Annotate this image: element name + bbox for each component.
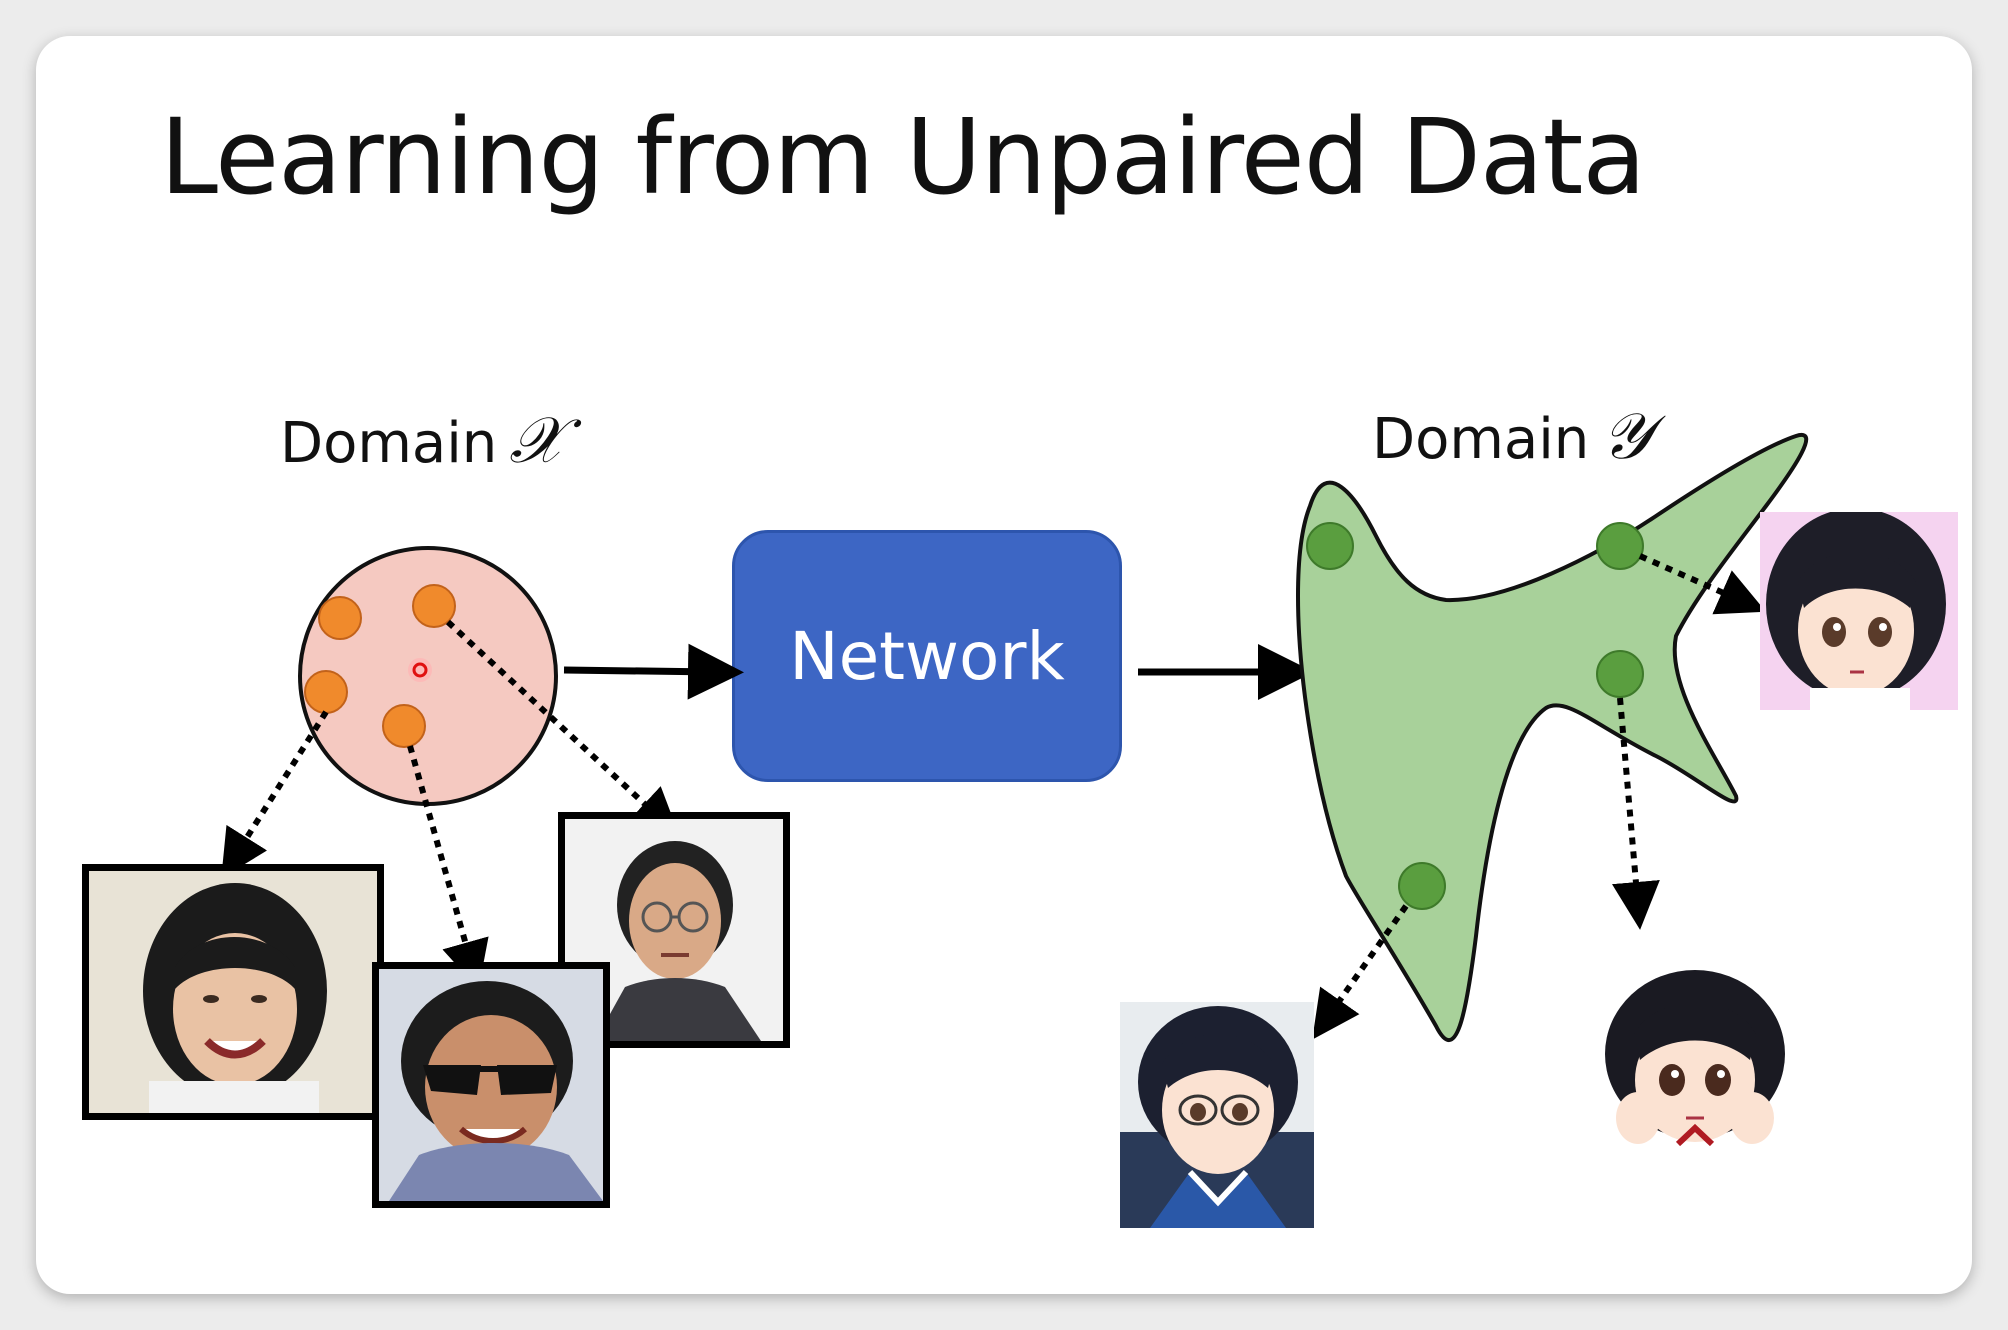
anime-girl-photo-1 — [1760, 512, 1958, 710]
anime-girl-photo-2 — [1598, 968, 1792, 1164]
anime-boy-with-glasses-photo — [1120, 1002, 1314, 1228]
smiling-woman-photo — [82, 864, 384, 1120]
domain-y-blob — [1295, 432, 1809, 1042]
anime-girl-2-icon — [1598, 968, 1792, 1164]
domain-y-point — [1596, 522, 1644, 570]
domain-x-center-glow — [408, 658, 432, 682]
slide: Learning from Unpaired Data Domain 𝒳 Doma… — [36, 36, 1972, 1294]
smiling-woman-icon — [89, 871, 377, 1113]
domain-x-point — [318, 596, 362, 640]
dotted-arrow-to-anime-boy — [1312, 904, 1409, 1040]
domain-y-point — [1596, 650, 1644, 698]
domain-x-point — [304, 670, 348, 714]
domain-y-point — [1398, 862, 1446, 910]
domain-x-point — [412, 584, 456, 628]
arrow-x-to-network — [563, 643, 744, 700]
man-with-sunglasses-icon — [379, 969, 603, 1201]
anime-girl-1-icon — [1760, 512, 1958, 710]
anime-boy-icon — [1120, 1002, 1314, 1228]
man-with-sunglasses-photo — [372, 962, 610, 1208]
domain-x-point — [382, 704, 426, 748]
domain-y-point — [1306, 522, 1354, 570]
